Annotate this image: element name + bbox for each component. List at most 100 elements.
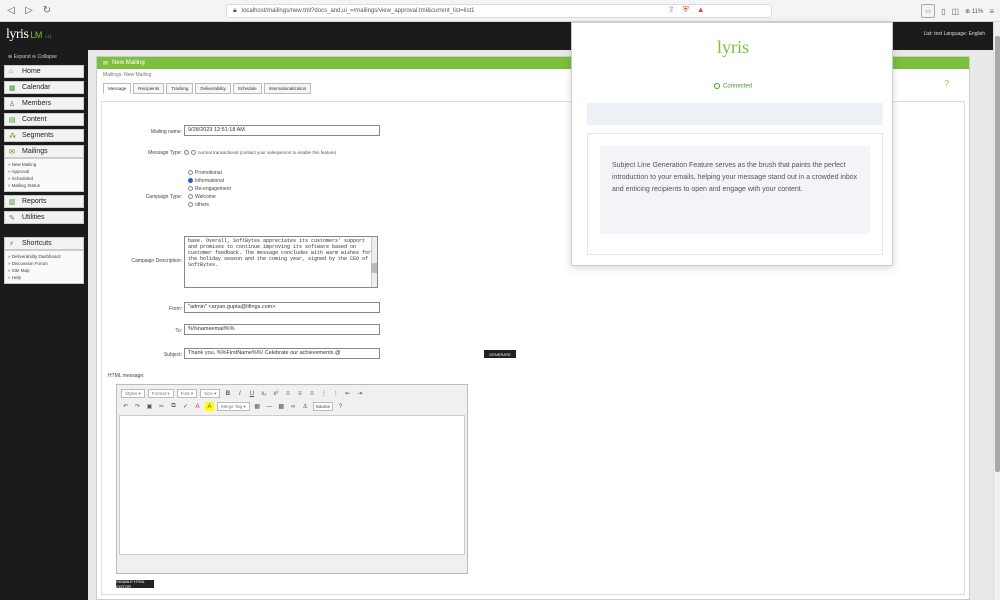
sidebar-item-shortcuts[interactable]: ⚡︎ Shortcuts: [4, 237, 84, 250]
expand-collapse-toggle[interactable]: ⊕ Expand ⊖ Collapse: [4, 54, 84, 60]
help-icon[interactable]: ?: [945, 79, 949, 88]
submenu-mailing-status[interactable]: » Mailing Status: [8, 182, 80, 189]
editor-toolbar-row-2: ↶ ↷ ▣ ✂ ⧉ ✓ A A Merge Tag ▾ ▦ ― ▩ ∞ ⚓︎ S…: [121, 402, 345, 411]
utilities-icon: ✎: [9, 214, 15, 222]
reload-button[interactable]: ↻: [40, 4, 54, 18]
lyris-logo[interactable]: lyris LM v14: [6, 27, 51, 43]
message-type-options[interactable]: normal transactional (contact your sales…: [184, 150, 336, 156]
tab-recipients[interactable]: Recipients: [133, 83, 165, 94]
to-input[interactable]: %%nameemail%%: [184, 324, 380, 335]
extension-popup: lyris Connected Subject Line Generation …: [571, 22, 893, 266]
image-icon[interactable]: ▩: [277, 402, 286, 411]
source-button[interactable]: Source: [312, 402, 333, 411]
sidebar-item-calendar[interactable]: ▦ Calendar: [4, 81, 84, 94]
text-color-icon[interactable]: A: [193, 402, 202, 411]
submenu-approval[interactable]: » Approval: [8, 168, 80, 175]
connection-status: Connected: [572, 83, 894, 90]
list-language-info[interactable]: List: test Language: English: [924, 31, 985, 37]
anchor-icon[interactable]: ⚓︎: [301, 402, 310, 411]
radio-normal[interactable]: [184, 150, 189, 156]
sidebar-item-mailings[interactable]: ✉ Mailings: [4, 145, 84, 158]
redo-icon[interactable]: ↷: [133, 402, 142, 411]
undo-icon[interactable]: ↶: [121, 402, 130, 411]
align-center-icon[interactable]: ≡: [295, 389, 304, 398]
campaign-type-welcome[interactable]: Welcome: [188, 193, 231, 201]
italic-button[interactable]: I: [235, 389, 244, 398]
bold-button[interactable]: B: [223, 389, 232, 398]
warning-icon[interactable]: ▲: [697, 5, 705, 15]
tab-schedule[interactable]: Schedule: [232, 83, 262, 94]
popup-input-bar[interactable]: [587, 103, 883, 125]
wallet-icon[interactable]: ◫: [952, 7, 960, 16]
page-title: New Mailing: [112, 60, 145, 66]
sidebar-toggle-icon[interactable]: ▯: [941, 7, 945, 16]
numbered-list-icon[interactable]: ⋮: [319, 389, 328, 398]
merge-tag-dropdown[interactable]: Merge Tag ▾: [217, 402, 250, 411]
superscript-icon[interactable]: x²: [271, 389, 280, 398]
underline-button[interactable]: U: [247, 389, 256, 398]
link-icon[interactable]: ∞: [289, 402, 298, 411]
tab-message[interactable]: Message: [103, 83, 132, 94]
calendar-icon: ▦: [9, 84, 16, 92]
extension-icon[interactable]: ▭: [921, 4, 936, 18]
disable-html-editor-button[interactable]: DISABLE HTML EDITOR: [116, 579, 154, 589]
size-dropdown[interactable]: Size ▾: [200, 389, 221, 398]
align-left-icon[interactable]: ≡: [283, 389, 292, 398]
hr-icon[interactable]: ―: [265, 402, 274, 411]
format-dropdown[interactable]: Format ▾: [147, 389, 174, 398]
campaign-type-informational[interactable]: Informational: [188, 177, 231, 185]
sidebar-item-content[interactable]: ▤ Content: [4, 113, 84, 126]
sidebar-item-segments[interactable]: ⁂ Segments: [4, 129, 84, 142]
styles-dropdown[interactable]: Styles ▾: [121, 389, 145, 398]
shortcut-forum[interactable]: » Discussion Forum: [8, 260, 80, 267]
font-dropdown[interactable]: Font ▾: [176, 389, 198, 398]
share-icon[interactable]: ⇪: [668, 5, 675, 15]
campaign-type-reengagement[interactable]: Re-engagement: [188, 185, 231, 193]
menu-icon[interactable]: ≡: [989, 7, 994, 16]
campaign-description-label: Campaign Description:: [131, 258, 182, 264]
connected-icon: [713, 83, 720, 89]
submenu-scheduled[interactable]: » Scheduled: [8, 175, 80, 182]
indent-icon[interactable]: ⇥: [355, 389, 364, 398]
zoom-level[interactable]: ⊕ 11%: [965, 8, 983, 15]
mailing-name-input[interactable]: 9/28/2023 12:51:18 AM: [184, 125, 380, 136]
campaign-type-label: Campaign Type:: [145, 194, 182, 200]
back-button[interactable]: ◁: [4, 4, 18, 18]
copy-icon[interactable]: ⧉: [169, 402, 178, 411]
submenu-new-mailing[interactable]: » New Mailing: [8, 161, 80, 168]
sidebar-item-reports[interactable]: ▥ Reports: [4, 195, 84, 208]
help-icon[interactable]: ?: [336, 402, 345, 411]
bullet-list-icon[interactable]: ⁝: [331, 389, 340, 398]
brave-shield-icon[interactable]: ⛨: [683, 5, 689, 15]
sidebar-item-utilities[interactable]: ✎ Utilities: [4, 211, 84, 224]
spellcheck-icon[interactable]: ✓: [181, 402, 190, 411]
cut-icon[interactable]: ✂: [157, 402, 166, 411]
forward-button[interactable]: ▷: [22, 4, 36, 18]
subject-input[interactable]: Thank you, %%FirstName%%! Celebrate our …: [184, 348, 380, 359]
campaign-description-textarea[interactable]: base. Overall, SoftBytes appreciates its…: [184, 236, 378, 288]
shortcut-help[interactable]: » Help: [8, 274, 80, 281]
lock-icon: 🔒︎: [233, 7, 237, 14]
campaign-type-promotional[interactable]: Promotional: [188, 169, 231, 177]
editor-content-area[interactable]: [119, 415, 465, 555]
radio-transactional[interactable]: [191, 150, 196, 156]
paste-icon[interactable]: ▣: [145, 402, 154, 411]
table-icon[interactable]: ▦: [253, 402, 262, 411]
tab-tracking[interactable]: Tracking: [166, 83, 194, 94]
shortcut-deliverability[interactable]: » Deliverability Dashboard: [8, 253, 80, 260]
tab-deliverability[interactable]: Deliverability: [195, 83, 231, 94]
from-input[interactable]: "admin" <aryan.gupta@lifings.com>: [184, 302, 380, 313]
align-right-icon[interactable]: ≡: [307, 389, 316, 398]
background-color-icon[interactable]: A: [205, 402, 214, 411]
outdent-icon[interactable]: ⇤: [343, 389, 352, 398]
generate-button[interactable]: GENERATE: [484, 350, 516, 358]
subscript-icon[interactable]: x₂: [259, 389, 268, 398]
description-scrollbar[interactable]: [371, 237, 377, 287]
campaign-type-others[interactable]: others: [188, 201, 231, 209]
page-scrollbar[interactable]: [993, 22, 1000, 600]
sidebar-item-members[interactable]: ♙ Members: [4, 97, 84, 110]
sidebar-item-home[interactable]: ⌂ Home: [4, 65, 84, 78]
page-scrollbar-thumb[interactable]: [995, 36, 1000, 472]
tab-internationalization[interactable]: Internationalization: [263, 83, 312, 94]
shortcut-site-map[interactable]: » Site Map: [8, 267, 80, 274]
